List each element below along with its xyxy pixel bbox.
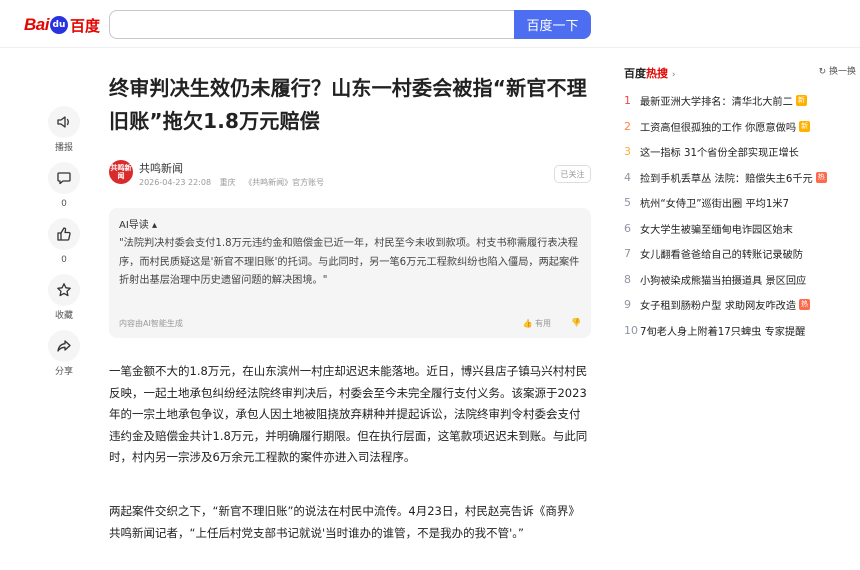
ai-generated-note: 内容由AI智能生成 — [119, 319, 183, 328]
hot-title[interactable]: 这一指标 31个省份全部实现正增长 — [640, 144, 799, 159]
article-paragraph: 一笔金额不大的1.8万元，在山东滨州一村庄却迟迟未能落地。近日，博兴县店子镇马兴… — [109, 364, 588, 464]
hot-rank: 8 — [624, 272, 631, 286]
author-name[interactable]: 共鸣新闻 — [139, 160, 183, 176]
refresh-button[interactable]: ↻ 换一换 — [819, 64, 856, 77]
hot-search-item[interactable]: 9 女子租到肠粉户型 求助网友咋改造热 — [624, 292, 860, 318]
useful-button[interactable]: 👍 有用 — [522, 318, 551, 329]
rail-like[interactable]: 0 — [46, 218, 82, 274]
baidu-logo[interactable]: Bai du 百度 — [24, 13, 100, 37]
account-desc: 《共鸣新闻》官方账号 — [244, 178, 325, 187]
action-rail: 播报 0 0 收藏 分享 — [46, 106, 82, 386]
search-button[interactable]: 百度一下 — [514, 10, 591, 39]
hot-title[interactable]: 捡到手机丢草丛 法院：赔偿失主6千元 — [640, 170, 813, 185]
hot-rank: 5 — [624, 196, 631, 210]
logo-bai: Bai — [24, 15, 49, 34]
hot-badge: 热 — [815, 171, 827, 183]
comment-icon[interactable] — [48, 162, 80, 194]
hot-title[interactable]: 7旬老人身上附着17只蜱虫 专家提醒 — [640, 323, 805, 338]
hot-search-item[interactable]: 7 女儿翻看爸爸给自己的转账记录破防 — [624, 241, 860, 267]
article-title: 终审判决生效仍未履行？山东一村委会被指“新官不理旧账”拖欠1.8万元赔偿 — [109, 76, 587, 133]
hot-rank: 4 — [624, 170, 631, 184]
ai-summary-box: AI导读 ▴ "法院判决村委会支付1.8万元违约金和赔偿金已近一年，村民至今未收… — [109, 208, 591, 338]
hot-badge: 热 — [799, 299, 811, 311]
rail-broadcast[interactable]: 播报 — [46, 106, 82, 162]
hot-search-panel: 百度热搜 › ↻ 换一换 1 最新亚洲大学排名：清华北大前二新 2 工资高但很孤独的工… — [624, 62, 860, 343]
hot-search-list: 1 最新亚洲大学排名：清华北大前二新 2 工资高但很孤独的工作 你愿意做吗新 3 这一指标… — [624, 88, 860, 343]
speaker-icon[interactable] — [48, 106, 80, 138]
hot-title[interactable]: 女子租到肠粉户型 求助网友咋改造 — [640, 297, 796, 312]
hot-search-item[interactable]: 4 捡到手机丢草丛 法院：赔偿失主6千元热 — [624, 165, 860, 191]
logo-cn: 百度 — [69, 16, 100, 35]
search-input[interactable] — [109, 10, 515, 39]
author-bar: 共鸣新闻 共鸣新闻 2026-04-23 22:08 重庆 《共鸣新闻》官方账号… — [109, 160, 591, 196]
avatar[interactable]: 共鸣新闻 — [109, 160, 133, 184]
ai-summary-footer: 内容由AI智能生成 👍 有用 👎 — [119, 318, 581, 330]
new-badge: 新 — [799, 120, 811, 132]
hot-search-title[interactable]: 百度热搜 › — [624, 67, 676, 80]
share-icon[interactable] — [48, 330, 80, 362]
hot-search-item[interactable]: 1 最新亚洲大学排名：清华北大前二新 — [624, 88, 860, 114]
follow-button[interactable]: 已关注 — [554, 165, 591, 183]
article: 终审判决生效仍未履行？山东一村委会被指“新官不理旧账”拖欠1.8万元赔偿 共鸣新… — [109, 72, 591, 540]
hot-rank: 9 — [624, 298, 631, 312]
thumb-down-icon[interactable]: 👎 — [571, 318, 581, 327]
hot-title[interactable]: 最新亚洲大学排名：清华北大前二 — [640, 93, 793, 108]
new-badge: 新 — [795, 95, 807, 107]
ai-summary-text: "法院判决村委会支付1.8万元违约金和赔偿金已近一年，村民至今未收到款项。村支书… — [119, 238, 580, 286]
hot-title[interactable]: 工资高但很孤独的工作 你愿意做吗 — [640, 119, 796, 134]
rail-comment[interactable]: 0 — [46, 162, 82, 218]
like-icon[interactable] — [48, 218, 80, 250]
hot-search-item[interactable]: 2 工资高但很孤独的工作 你愿意做吗新 — [624, 114, 860, 140]
hot-title[interactable]: 女儿翻看爸爸给自己的转账记录破防 — [640, 246, 803, 261]
article-paragraph: 两起案件交织之下，“新官不理旧账”的说法在村民中流传。4月23日，村民赵亮告诉《… — [109, 504, 580, 540]
rail-share-label: 分享 — [54, 367, 73, 377]
hot-rank: 2 — [624, 119, 631, 133]
author-meta: 2026-04-23 22:08 重庆 《共鸣新闻》官方账号 — [139, 177, 330, 188]
hot-title-brand: 百度 — [624, 67, 646, 80]
publish-location: 重庆 — [219, 178, 236, 187]
hot-rank: 7 — [624, 247, 631, 261]
hot-rank: 6 — [624, 221, 631, 235]
paw-icon: du — [49, 16, 68, 34]
rail-favorite-label: 收藏 — [54, 311, 73, 321]
hot-rank: 3 — [624, 145, 631, 159]
chevron-right-icon: › — [671, 70, 676, 80]
hot-search-header: 百度热搜 › ↻ 换一换 — [624, 62, 860, 82]
star-icon[interactable] — [48, 274, 80, 306]
refresh-label: 换一换 — [828, 67, 856, 77]
hot-search-item[interactable]: 8 小狗被染成熊猫当拍摄道具 景区回应 — [624, 267, 860, 293]
rail-like-count: 0 — [61, 255, 67, 265]
rail-broadcast-label: 播报 — [54, 143, 73, 153]
hot-rank: 10 — [624, 323, 638, 337]
rail-comment-count: 0 — [61, 199, 67, 209]
hot-title[interactable]: 小狗被染成熊猫当拍摄道具 景区回应 — [640, 272, 806, 287]
top-bar: Bai du 百度 百度一下 — [0, 0, 860, 48]
hot-search-item[interactable]: 10 7旬老人身上附着17只蜱虫 专家提醒 — [624, 318, 860, 344]
rail-favorite[interactable]: 收藏 — [46, 274, 82, 330]
refresh-icon: ↻ — [818, 67, 827, 77]
hot-rank: 1 — [624, 94, 631, 108]
hot-search-item[interactable]: 3 这一指标 31个省份全部实现正增长 — [624, 139, 860, 165]
hot-title[interactable]: 女大学生被骗至缅甸电诈园区始末 — [640, 221, 793, 236]
useful-label: 有用 — [535, 319, 551, 328]
rail-share[interactable]: 分享 — [46, 330, 82, 386]
ai-summary-heading[interactable]: AI导读 ▴ — [119, 216, 581, 231]
publish-time: 2026-04-23 22:08 — [139, 178, 212, 187]
hot-search-item[interactable]: 6 女大学生被骗至缅甸电诈园区始末 — [624, 216, 860, 242]
thumb-up-icon: 👍 — [522, 319, 533, 328]
hot-title[interactable]: 杭州“女侍卫”巡街出圈 平均1米7 — [640, 195, 789, 210]
hot-title-label: 热搜 — [646, 67, 668, 80]
hot-search-item[interactable]: 5 杭州“女侍卫”巡街出圈 平均1米7 — [624, 190, 860, 216]
